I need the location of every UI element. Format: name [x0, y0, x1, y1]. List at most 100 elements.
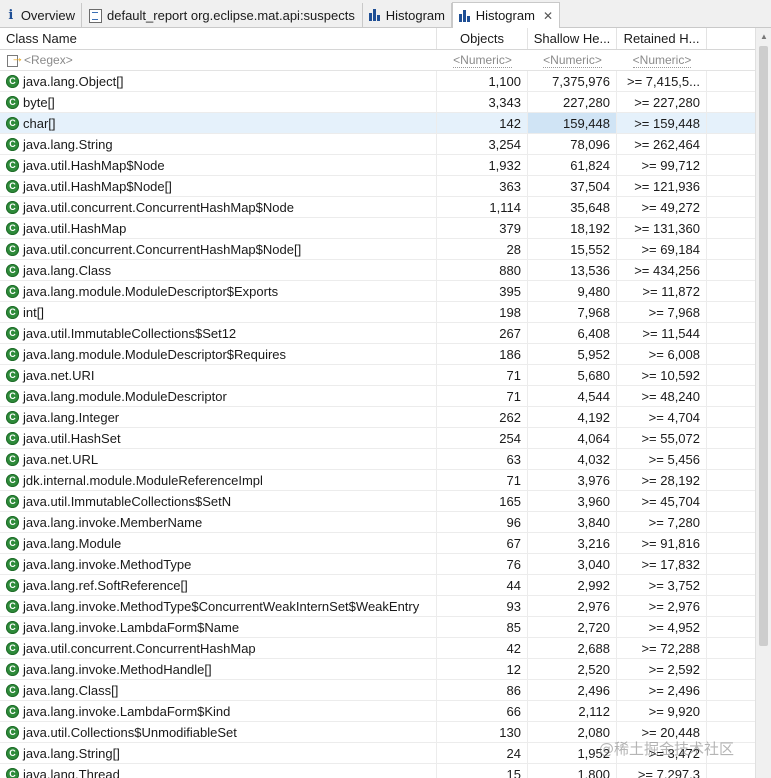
- column-header-class-name[interactable]: Class Name: [0, 28, 437, 49]
- close-icon[interactable]: ✕: [543, 9, 553, 23]
- class-name: java.lang.module.ModuleDescriptor$Requir…: [23, 346, 287, 362]
- table-row[interactable]: Cjava.lang.invoke.MethodType 76 3,040 >= 17…: [0, 554, 755, 575]
- objects-cell: 130: [437, 722, 528, 742]
- class-icon: C: [6, 662, 19, 676]
- class-name: java.lang.invoke.LambdaForm$Kind: [23, 703, 231, 719]
- shallow-heap-cell: 3,960: [528, 491, 617, 511]
- class-name: jdk.internal.module.ModuleReferenceImpl: [23, 472, 263, 488]
- shallow-heap-cell: 227,280: [528, 92, 617, 112]
- table-row[interactable]: Cjava.lang.invoke.MethodHandle[] 12 2,520 >…: [0, 659, 755, 680]
- objects-cell: 93: [437, 596, 528, 616]
- class-name: java.util.ImmutableCollections$Set12: [23, 325, 237, 341]
- class-name-cell: Cjava.util.concurrent.ConcurrentHashMap: [0, 638, 437, 658]
- table-row[interactable]: Cjava.util.concurrent.ConcurrentHashMap$…: [0, 197, 755, 218]
- retained-heap-filter-placeholder: <Numeric>: [632, 52, 692, 68]
- retained-heap-filter[interactable]: <Numeric>: [617, 50, 707, 70]
- retained-heap-cell: >= 159,448: [617, 113, 707, 133]
- class-icon: C: [6, 74, 19, 88]
- table-row[interactable]: Cjava.util.HashMap$Node[] 363 37,504 >= 121…: [0, 176, 755, 197]
- class-name: java.util.concurrent.ConcurrentHashMap$N…: [23, 241, 302, 257]
- class-icon: C: [6, 326, 19, 340]
- table-row[interactable]: Cjava.util.HashSet 254 4,064 >= 55,072: [0, 428, 755, 449]
- shallow-heap-cell: 4,032: [528, 449, 617, 469]
- table-row[interactable]: Cjava.util.HashMap$Node 1,932 61,824 >= 99,…: [0, 155, 755, 176]
- table-row[interactable]: Cjava.lang.invoke.MemberName 96 3,840 >= 7,…: [0, 512, 755, 533]
- table-row[interactable]: Cjava.util.ImmutableCollections$Set12 267…: [0, 323, 755, 344]
- table-row[interactable]: Cjava.lang.invoke.LambdaForm$Name 85 2,720…: [0, 617, 755, 638]
- objects-filter[interactable]: <Numeric>: [437, 50, 528, 70]
- table-row[interactable]: Cjava.net.URI 71 5,680 >= 10,592: [0, 365, 755, 386]
- table-row[interactable]: Cjava.lang.Class 880 13,536 >= 434,256: [0, 260, 755, 281]
- shallow-heap-cell: 6,408: [528, 323, 617, 343]
- histogram-icon: [369, 9, 381, 21]
- objects-cell: 86: [437, 680, 528, 700]
- table-row[interactable]: Cjava.lang.ref.SoftReference[] 44 2,992 >= …: [0, 575, 755, 596]
- objects-filter-placeholder: <Numeric>: [453, 52, 512, 68]
- retained-heap-cell: >= 49,272: [617, 197, 707, 217]
- shallow-heap-filter[interactable]: <Numeric>: [528, 50, 617, 70]
- table-row[interactable]: Cint[] 198 7,968 >= 7,968: [0, 302, 755, 323]
- shallow-heap-cell: 2,112: [528, 701, 617, 721]
- objects-cell: 3,343: [437, 92, 528, 112]
- table-row[interactable]: Cjava.lang.String 3,254 78,096 >= 262,464: [0, 134, 755, 155]
- class-name-filter[interactable]: <Regex>: [0, 50, 437, 70]
- column-header-retained-heap[interactable]: Retained H...: [617, 28, 707, 49]
- scroll-up-arrow-icon[interactable]: ▲: [756, 28, 771, 44]
- table-row[interactable]: Cjava.util.concurrent.ConcurrentHashMap 4…: [0, 638, 755, 659]
- class-name: java.lang.invoke.MemberName: [23, 514, 203, 530]
- shallow-heap-cell: 4,064: [528, 428, 617, 448]
- retained-heap-cell: >= 9,920: [617, 701, 707, 721]
- shallow-heap-cell: 3,040: [528, 554, 617, 574]
- table-row[interactable]: Cjava.lang.Integer 262 4,192 >= 4,704: [0, 407, 755, 428]
- class-name: java.lang.ref.SoftReference[]: [23, 577, 188, 593]
- table-row[interactable]: Cjava.util.HashMap 379 18,192 >= 131,360: [0, 218, 755, 239]
- retained-heap-cell: >= 434,256: [617, 260, 707, 280]
- class-name-filter-placeholder: <Regex>: [24, 53, 73, 67]
- table-row[interactable]: Cjava.lang.invoke.LambdaForm$Kind 66 2,112…: [0, 701, 755, 722]
- class-name-cell: Cjava.lang.Class[]: [0, 680, 437, 700]
- table-row[interactable]: Cjava.lang.Class[] 86 2,496 >= 2,496: [0, 680, 755, 701]
- retained-heap-cell: >= 131,360: [617, 218, 707, 238]
- class-icon: C: [6, 179, 19, 193]
- tab-overview[interactable]: i Overview: [0, 3, 82, 27]
- table-row[interactable]: Cjdk.internal.module.ModuleReferenceImpl…: [0, 470, 755, 491]
- table-row[interactable]: Cjava.lang.Thread 15 1,800 >= 7,297.3: [0, 764, 755, 778]
- table-row[interactable]: Cjava.lang.Module 67 3,216 >= 91,816: [0, 533, 755, 554]
- class-name: java.util.concurrent.ConcurrentHashMap$N…: [23, 199, 294, 215]
- class-icon: C: [6, 599, 19, 613]
- class-name: byte[]: [23, 94, 55, 110]
- class-name-cell: Cjava.lang.invoke.LambdaForm$Kind: [0, 701, 437, 721]
- table-row[interactable]: Cjava.lang.module.ModuleDescriptor$Expor…: [0, 281, 755, 302]
- objects-cell: 28: [437, 239, 528, 259]
- table-row[interactable]: Cjava.util.ImmutableCollections$SetN 165 3…: [0, 491, 755, 512]
- tab-histogram-active[interactable]: Histogram ✕: [452, 2, 560, 28]
- table-row[interactable]: Cjava.util.concurrent.ConcurrentHashMap$…: [0, 239, 755, 260]
- scrollbar-thumb[interactable]: [759, 46, 768, 646]
- objects-cell: 15: [437, 764, 528, 778]
- table-row[interactable]: Cbyte[] 3,343 227,280 >= 227,280: [0, 92, 755, 113]
- class-name-cell: Cjava.lang.Module: [0, 533, 437, 553]
- table-row[interactable]: Cjava.lang.module.ModuleDescriptor 71 4,54…: [0, 386, 755, 407]
- column-header-shallow-heap[interactable]: Shallow He...: [528, 28, 617, 49]
- table-row[interactable]: Cjava.lang.module.ModuleDescriptor$Requi…: [0, 344, 755, 365]
- shallow-heap-cell: 9,480: [528, 281, 617, 301]
- class-icon: C: [6, 557, 19, 571]
- table-row[interactable]: Cjava.lang.invoke.MethodType$ConcurrentW…: [0, 596, 755, 617]
- vertical-scrollbar[interactable]: ▲: [755, 28, 771, 778]
- shallow-heap-cell: 7,968: [528, 302, 617, 322]
- class-icon: C: [6, 368, 19, 382]
- tab-default-report[interactable]: default_report org.eclipse.mat.api:suspe…: [82, 3, 363, 27]
- retained-heap-cell: >= 11,872: [617, 281, 707, 301]
- class-name-cell: Cjava.lang.invoke.MethodType$ConcurrentW…: [0, 596, 437, 616]
- class-name-cell: Cjava.net.URL: [0, 449, 437, 469]
- class-name-cell: Cjava.lang.module.ModuleDescriptor$Requi…: [0, 344, 437, 364]
- table-row[interactable]: Cchar[] 142 159,448 >= 159,448: [0, 113, 755, 134]
- objects-cell: 254: [437, 428, 528, 448]
- tab-histogram[interactable]: Histogram: [363, 3, 452, 27]
- table-row[interactable]: Cjava.lang.Object[] 1,100 7,375,976 >= 7,41…: [0, 71, 755, 92]
- objects-cell: 76: [437, 554, 528, 574]
- table-row[interactable]: Cjava.net.URL 63 4,032 >= 5,456: [0, 449, 755, 470]
- class-name-cell: Cjava.util.Collections$UnmodifiableSet: [0, 722, 437, 742]
- class-name: java.lang.Class[]: [23, 682, 119, 698]
- column-header-objects[interactable]: Objects: [437, 28, 528, 49]
